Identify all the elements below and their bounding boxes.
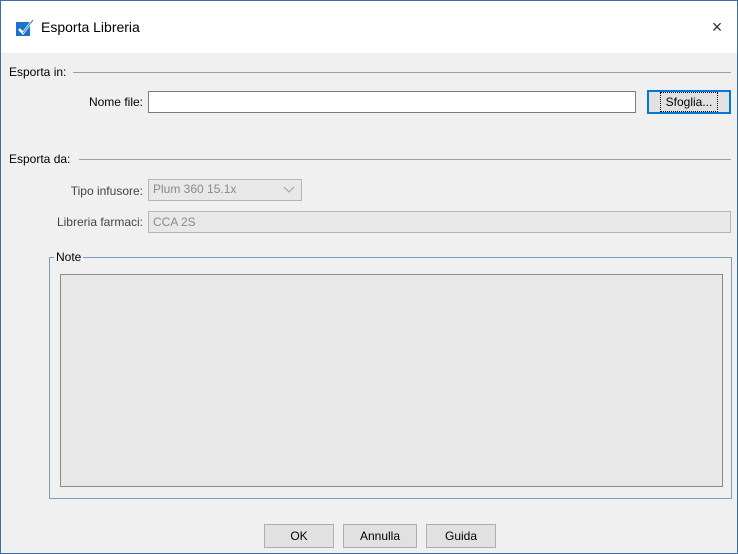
export-library-dialog: Esporta Libreria × Esporta in: Nome file…	[0, 0, 738, 554]
export-to-divider	[73, 72, 731, 73]
cancel-button[interactable]: Annulla	[343, 524, 417, 548]
chevron-down-icon	[283, 184, 295, 197]
file-name-input[interactable]	[148, 91, 636, 113]
pump-type-label: Tipo infusore:	[70, 184, 143, 198]
notes-textarea[interactable]	[60, 274, 723, 487]
title-bar: Esporta Libreria ×	[1, 1, 737, 53]
pump-type-value: Plum 360 15.1x	[153, 182, 237, 196]
checkbox-check-icon	[16, 19, 34, 36]
close-icon[interactable]: ×	[697, 9, 737, 45]
drug-library-label: Libreria farmaci:	[56, 215, 143, 229]
help-button[interactable]: Guida	[426, 524, 496, 548]
browse-button[interactable]: Sfoglia...	[647, 90, 731, 114]
notes-group: Note	[49, 250, 732, 499]
ok-button[interactable]: OK	[264, 524, 334, 548]
browse-button-label: Sfoglia...	[659, 92, 719, 112]
export-from-divider	[79, 159, 731, 160]
export-to-section-label: Esporta in:	[9, 65, 67, 79]
drug-library-field	[148, 211, 731, 233]
notes-legend: Note	[54, 250, 84, 264]
window-title: Esporta Libreria	[41, 19, 140, 35]
pump-type-select[interactable]: Plum 360 15.1x	[148, 179, 302, 201]
export-from-section-label: Esporta da:	[9, 152, 71, 166]
file-name-label: Nome file:	[88, 95, 143, 109]
